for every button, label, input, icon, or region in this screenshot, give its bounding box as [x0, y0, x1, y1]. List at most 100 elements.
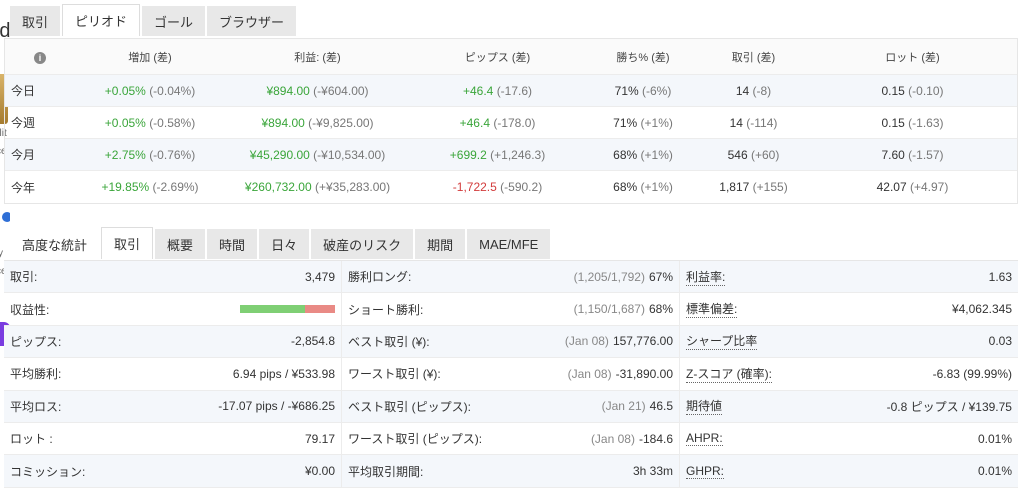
- trades-diff: (-8): [752, 83, 772, 98]
- stat-value: 0.03: [988, 334, 1012, 349]
- tab-period[interactable]: ピリオド: [62, 4, 141, 36]
- table-row: 今日 +0.05% (-0.04%) ¥894.00 (-¥604.00) +4…: [5, 75, 1017, 107]
- stat-value: -31,890.00: [615, 366, 673, 381]
- stat-label[interactable]: AHPR:: [686, 431, 723, 447]
- stat-value: 157,776.00: [612, 334, 673, 349]
- tab-browser[interactable]: ブラウザー: [207, 6, 297, 36]
- tab-advanced-stats[interactable]: 高度な統計: [10, 229, 99, 259]
- win-diff: (+1%): [640, 180, 673, 194]
- table-header: i 増加 (差) 利益: (差) ピップス (差) 勝ち% (差) 取引 (差)…: [5, 39, 1017, 75]
- stats-row: ピップス: -2,854.8 ベスト取引 (¥): (Jan 08) 157,776.…: [4, 325, 1018, 359]
- stats-row: 平均ロス: -17.07 pips / -¥686.25 ベスト取引 (ピップス)…: [4, 390, 1018, 423]
- trades-value: 14: [735, 83, 750, 98]
- lots-diff: (-1.57): [908, 147, 944, 162]
- profit-value: ¥45,290.00: [249, 147, 310, 162]
- win-value: 68%: [613, 180, 638, 194]
- tab-risk-of-ruin[interactable]: 破産のリスク: [311, 229, 414, 259]
- win-diff: (+1%): [640, 147, 673, 162]
- profit-diff: (-¥9,825.00): [308, 115, 374, 130]
- stats-row: 平均勝利: 6.94 pips / ¥533.98 ワースト取引 (¥): (Jan…: [4, 358, 1018, 391]
- row-label: 今週: [11, 116, 36, 130]
- stat-label: ショート勝利:: [348, 302, 424, 317]
- row-label: 今日: [11, 84, 36, 98]
- stat-value: ¥0.00: [304, 464, 335, 479]
- stat-label[interactable]: 期待値: [686, 397, 723, 416]
- win-value: 68%: [613, 147, 638, 162]
- cropped-text: y: [0, 248, 3, 259]
- stat-detail: (1,150/1,687): [573, 302, 645, 317]
- stat-label[interactable]: シャープ比率: [686, 332, 758, 351]
- stat-label: コミッション:: [10, 464, 86, 479]
- stat-label: 平均ロス:: [10, 399, 62, 414]
- profitability-win-fill: [240, 305, 305, 314]
- gain-value: +0.05%: [104, 83, 146, 98]
- tab-stat-trades[interactable]: 取引: [101, 227, 154, 259]
- pips-value: +46.4: [462, 83, 494, 98]
- lots-diff: (-0.10): [908, 83, 944, 98]
- pips-value: +699.2: [449, 147, 487, 162]
- trades-diff: (+155): [752, 180, 788, 194]
- profit-diff: (-¥604.00): [313, 83, 369, 98]
- profit-diff: (-¥10,534.00): [313, 147, 386, 162]
- stats-row: 収益性: ショート勝利: (1,150/1,687) 68% 標準偏差: ¥4,062…: [4, 293, 1018, 326]
- lots-value: 7.60: [881, 147, 905, 162]
- tab-goals[interactable]: ゴール: [142, 6, 206, 36]
- tab-trades[interactable]: 取引: [10, 6, 61, 36]
- table-row: 今年 +19.85% (-2.69%) ¥260,732.00 (+¥35,28…: [5, 171, 1017, 203]
- profitability-loss-fill: [304, 305, 335, 314]
- profit-value: ¥894.00: [266, 83, 310, 98]
- gain-value: +19.85%: [101, 180, 150, 194]
- pips-diff: (-178.0): [493, 115, 536, 130]
- header-trades: 取引 (差): [731, 51, 776, 64]
- stat-value: -6.83 (99.99%): [932, 366, 1012, 381]
- stat-value: 3,479: [304, 269, 335, 284]
- stat-detail: (Jan 08): [567, 366, 612, 381]
- gain-value: +0.05%: [104, 115, 146, 130]
- tab-hours[interactable]: 時間: [207, 229, 258, 259]
- win-diff: (+1%): [640, 115, 673, 130]
- win-diff: (-6%): [642, 83, 672, 98]
- info-icon[interactable]: i: [34, 51, 46, 64]
- stat-label: 収益性:: [10, 302, 50, 317]
- lots-value: 0.15: [881, 83, 905, 98]
- header-pips: ピップス (差): [464, 51, 531, 64]
- pips-value: +46.4: [459, 115, 490, 130]
- tab-mae-mfe[interactable]: MAE/MFE: [467, 229, 551, 259]
- profit-value: ¥260,732.00: [244, 180, 312, 194]
- stats-row: ロット :79.17 ワースト取引 (ピップス): (Jan 08) -184.6 …: [4, 422, 1018, 456]
- stat-label: 取引:: [10, 270, 38, 285]
- profit-value: ¥894.00: [261, 115, 305, 130]
- stat-label: ロット :: [10, 432, 53, 447]
- pips-diff: (-17.6): [496, 83, 533, 98]
- gain-diff: (-2.69%): [152, 180, 199, 194]
- stat-label: ワースト取引 (ピップス):: [348, 432, 483, 447]
- stat-value: -184.6: [638, 431, 673, 446]
- tab-duration[interactable]: 期間: [415, 229, 466, 259]
- tab-daily[interactable]: 日々: [259, 229, 310, 259]
- cropped-icon: [2, 212, 10, 222]
- gain-diff: (-0.04%): [149, 83, 196, 98]
- stat-label: 平均取引期間:: [348, 464, 424, 479]
- lots-diff: (+4.97): [910, 180, 949, 194]
- stat-label: ベスト取引 (¥):: [348, 334, 430, 349]
- stat-value: 79.17: [304, 431, 335, 446]
- header-gain: 増加 (差): [128, 51, 172, 64]
- tab-summary[interactable]: 概要: [155, 229, 206, 259]
- row-label: 今年: [11, 180, 36, 195]
- lots-diff: (-1.63): [908, 115, 944, 130]
- stat-value: ¥4,062.345: [951, 302, 1012, 317]
- stat-label[interactable]: GHPR:: [686, 464, 725, 479]
- trades-diff: (-114): [746, 115, 778, 130]
- stat-label[interactable]: 標準偏差:: [686, 300, 738, 319]
- stat-value: -0.8 ピップス / ¥139.75: [886, 399, 1012, 414]
- stat-detail: (Jan 08): [590, 431, 635, 446]
- stats-grid: 取引: 3,479 勝利ロング: (1,205/1,792) 67% 利益率: 1.63…: [4, 260, 1018, 488]
- header-info: i: [5, 50, 75, 64]
- stat-label[interactable]: 利益率:: [686, 268, 726, 286]
- header-profit: 利益: (差): [294, 51, 341, 64]
- pips-diff: (-590.2): [500, 180, 543, 194]
- stats-row: コミッション: ¥0.00 平均取引期間: 3h 33m GHPR: 0.01%: [4, 455, 1018, 488]
- header-lots: ロット (差): [885, 51, 940, 64]
- stat-label[interactable]: Z-スコア (確率):: [686, 365, 772, 383]
- profit-diff: (+¥35,283.00): [315, 180, 391, 194]
